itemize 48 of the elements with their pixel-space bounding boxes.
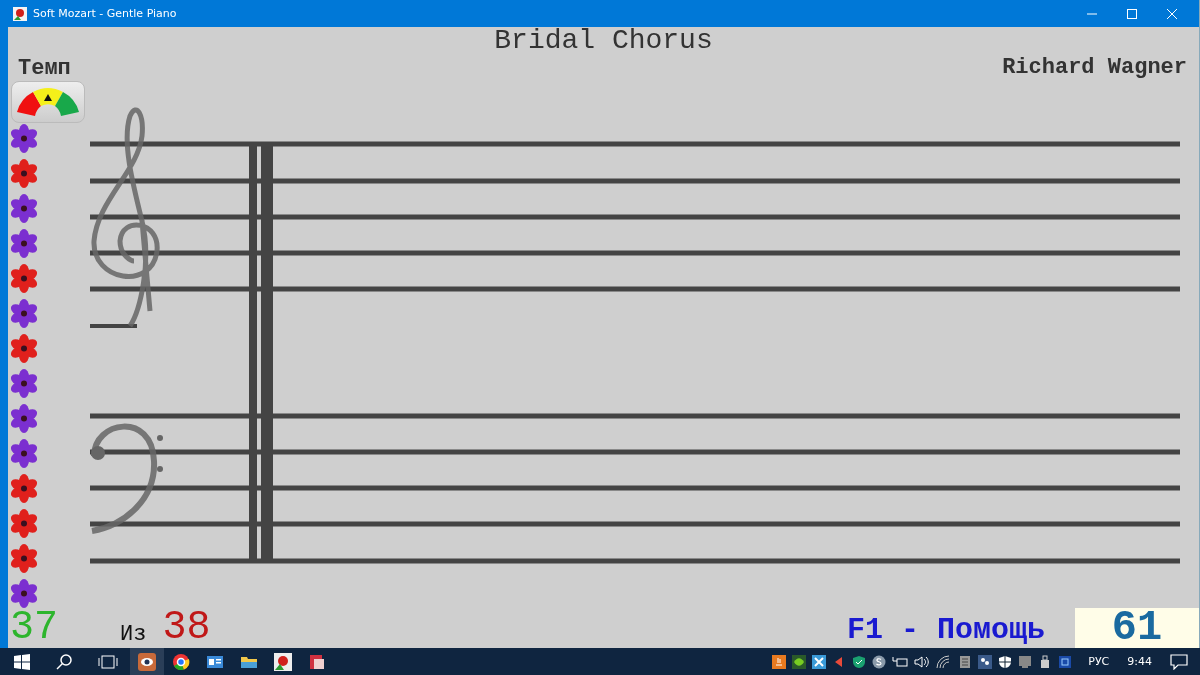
start-icon[interactable]: [14, 653, 30, 670]
piece-title: Bridal Chorus: [494, 27, 713, 55]
flower-app-icon: [13, 6, 27, 21]
piano-app-icon[interactable]: [308, 652, 326, 671]
of-label: Из: [120, 622, 147, 648]
flower-icon: [9, 436, 39, 471]
shield-check-icon[interactable]: [852, 654, 867, 669]
people-icon[interactable]: [978, 654, 993, 669]
current-count: 37: [10, 608, 58, 648]
tempo-gauge[interactable]: [11, 81, 85, 123]
score-display: 61: [1075, 608, 1199, 648]
tempo-label: Темп: [18, 57, 71, 81]
flower-icon: [9, 121, 39, 156]
app-tray-icon[interactable]: [1058, 654, 1073, 669]
window-title: Soft Mozart - Gentle Piano: [33, 7, 177, 20]
flower-icon: [9, 506, 39, 541]
graphics-icon[interactable]: [792, 654, 807, 669]
flower-icon: [9, 471, 39, 506]
volume-icon[interactable]: [914, 654, 931, 669]
close-icon[interactable]: [1167, 8, 1177, 19]
browser-icon[interactable]: [172, 652, 190, 671]
clock[interactable]: 9:44: [1127, 655, 1152, 668]
total-count: 38: [162, 608, 211, 648]
flower-icon: [9, 401, 39, 436]
flower-icon: [9, 191, 39, 226]
search-icon[interactable]: [56, 653, 72, 670]
flower-icon: [9, 576, 39, 611]
composer-name: Richard Wagner: [1002, 55, 1187, 81]
document-icon[interactable]: [958, 654, 973, 669]
skype-icon[interactable]: [872, 654, 887, 669]
maximize-icon[interactable]: [1127, 8, 1137, 19]
flower-icon: [9, 331, 39, 366]
help-hint: F1 - Помощь: [846, 612, 1045, 648]
flower-icon: [9, 156, 39, 191]
notification-icon[interactable]: [1170, 653, 1188, 670]
flower-icon: [9, 226, 39, 261]
flower-icon: [9, 366, 39, 401]
monitor-icon[interactable]: [1018, 654, 1033, 669]
language-indicator[interactable]: РУС: [1088, 655, 1110, 668]
network-icon[interactable]: [892, 654, 909, 669]
flower-icon: [9, 541, 39, 576]
eye-app-icon[interactable]: [138, 652, 156, 671]
task-view-icon[interactable]: [98, 653, 118, 670]
x-app-icon[interactable]: [812, 654, 827, 669]
flower-icon: [9, 261, 39, 296]
flower-icon: [9, 296, 39, 331]
flower-app-icon[interactable]: [274, 652, 292, 671]
shield-icon[interactable]: [998, 654, 1013, 669]
